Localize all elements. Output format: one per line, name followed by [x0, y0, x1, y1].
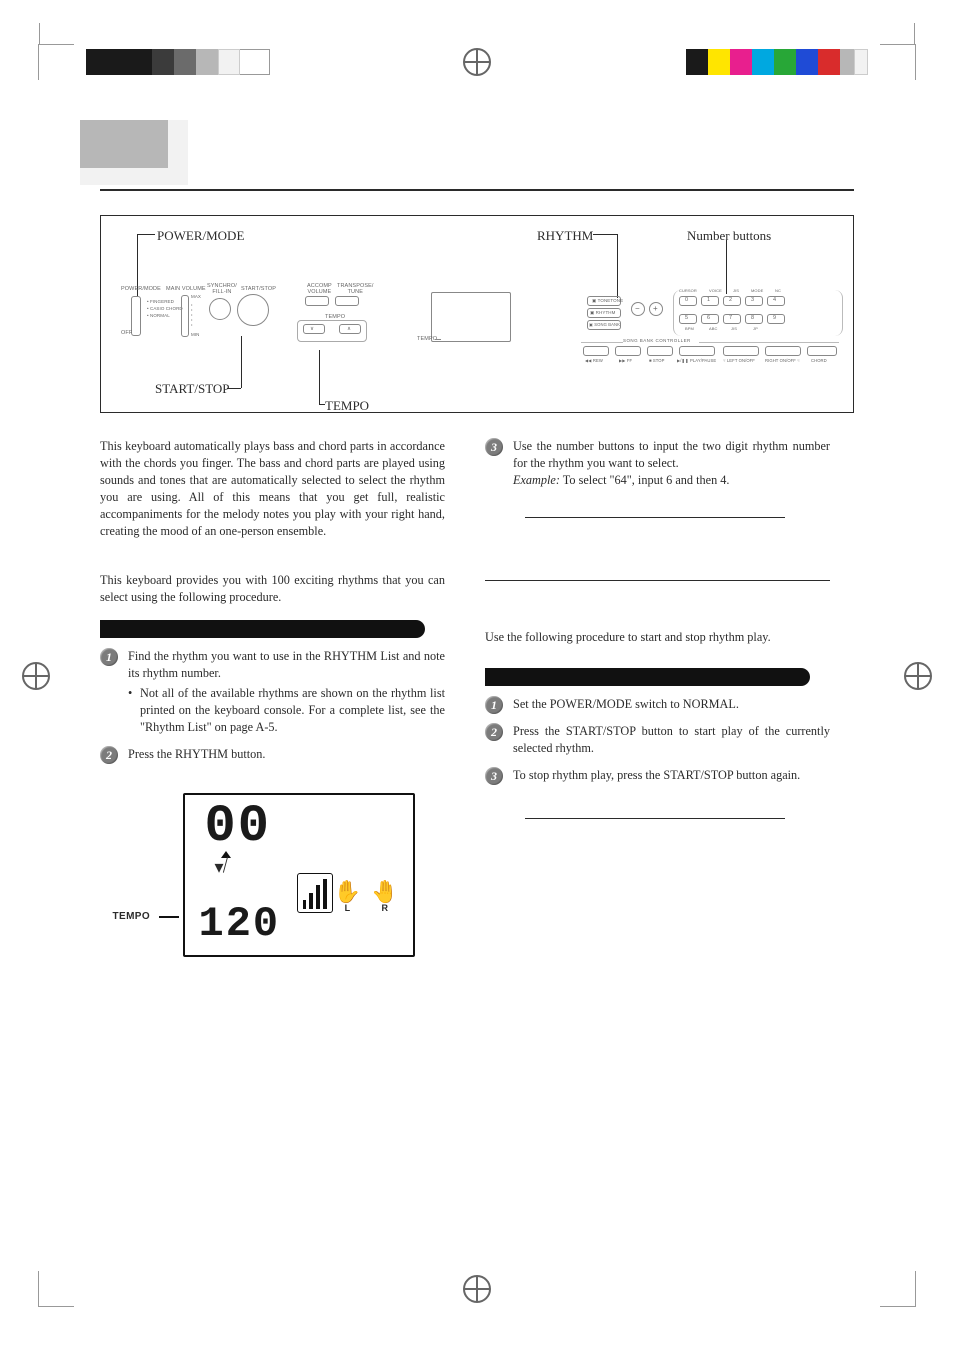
lcd-screen: 00 ▾| 120 ✋L 🤚R — [183, 793, 415, 957]
short-rule — [525, 517, 785, 518]
lcd-rhythm-number: 00 — [205, 801, 271, 853]
lcd-tempo-label: TEMPO — [113, 911, 151, 922]
play-step-3: To stop rhythm play, press the START/STO… — [485, 767, 830, 784]
label-number-buttons: Number buttons — [687, 228, 771, 244]
step-3: Use the number buttons to input the two … — [485, 438, 830, 489]
lcd-hand-icons: ✋L 🤚R — [334, 881, 399, 913]
lcd-tempo-value: 120 — [199, 903, 281, 945]
registration-mark-bottom — [463, 1275, 491, 1303]
step-1: Find the rhythm you want to use in the R… — [100, 648, 445, 736]
short-rule — [525, 818, 785, 819]
keyboard-panel-diagram: POWER/MODE RHYTHM Number buttons START/S… — [100, 215, 854, 413]
intro-paragraph: This keyboard automatically plays bass a… — [100, 438, 445, 540]
section-tab — [80, 120, 168, 168]
play-step-2: Press the START/STOP button to start pla… — [485, 723, 830, 757]
subsection-strip — [100, 620, 425, 638]
label-rhythm: RHYTHM — [537, 228, 593, 244]
play-step-1: Set the POWER/MODE switch to NORMAL. — [485, 696, 830, 713]
play-rhythm-intro: Use the following procedure to start and… — [485, 629, 830, 646]
select-rhythm-intro: This keyboard provides you with 100 exci… — [100, 572, 445, 606]
registration-mark-left — [22, 662, 50, 690]
leader-line — [319, 404, 325, 405]
label-power-mode: POWER/MODE — [157, 228, 244, 244]
page: POWER/MODE RHYTHM Number buttons START/S… — [0, 0, 954, 1351]
leader-line — [593, 234, 617, 235]
select-rhythm-steps: Find the rhythm you want to use in the R… — [100, 648, 445, 763]
left-column: This keyboard automatically plays bass a… — [100, 438, 445, 965]
mini-right-cluster: ▣ TONETONE ▣ RHYTHM ▣ SONG BANK − + 0 1 … — [575, 282, 855, 372]
color-bar-right — [686, 49, 868, 77]
example-text: To select "64", input 6 and then 4. — [560, 473, 730, 487]
leader-line — [159, 916, 179, 918]
label-start-stop: START/STOP — [155, 381, 230, 397]
lcd-level-bars — [303, 879, 327, 909]
right-column: Use the number buttons to input the two … — [485, 438, 830, 819]
crop-mark-top-left — [38, 44, 74, 80]
example-label: Example: — [513, 473, 560, 487]
subsection-strip — [485, 668, 810, 686]
header-rule — [100, 189, 854, 191]
crop-mark-bottom-right — [880, 1271, 916, 1307]
printer-strip — [0, 0, 954, 90]
registration-mark-top — [463, 48, 491, 76]
step-2: Press the RHYTHM button. — [100, 746, 445, 763]
section-rule — [485, 580, 830, 581]
registration-mark-right — [904, 662, 932, 690]
mini-lcd — [431, 292, 511, 342]
leader-line — [137, 234, 155, 235]
step-1-note: Not all of the available rhythms are sho… — [128, 685, 445, 736]
mini-left-cluster: POWER/MODE MAIN VOLUME SYNCHRO/ FILL-IN … — [111, 286, 411, 366]
leader-line — [227, 388, 241, 389]
play-rhythm-steps: Set the POWER/MODE switch to NORMAL. Pre… — [485, 696, 830, 784]
crop-mark-top-right — [880, 44, 916, 80]
metronome-icon: ▾| — [215, 859, 228, 876]
color-bar-left — [86, 49, 270, 77]
label-tempo: TEMPO — [325, 398, 369, 414]
select-rhythm-steps-cont: Use the number buttons to input the two … — [485, 438, 830, 489]
crop-mark-bottom-left — [38, 1271, 74, 1307]
lcd-illustration: TEMPO 00 ▾| 120 ✋L 🤚R — [119, 785, 427, 965]
